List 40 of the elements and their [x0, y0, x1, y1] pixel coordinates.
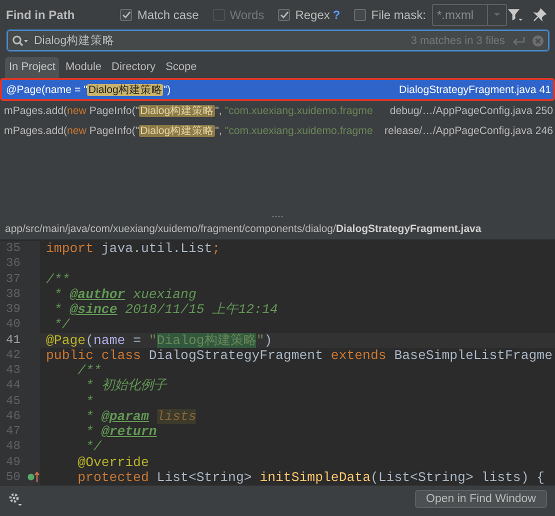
dialog-title: Find in Path — [6, 8, 76, 22]
code-line: * @return — [84, 424, 157, 440]
search-result-row[interactable]: mPages.add(new PageInfo("Dialog构建策略", "com.xuexiang.xuidemo.fragme debug/…/AppPageConfig.java 250 — [0, 101, 555, 121]
code-line: * — [84, 394, 94, 409]
code-line: import java.util.List; — [45, 241, 220, 256]
scope-tab[interactable]: Directory — [108, 57, 160, 78]
code-line: protected List<String> initSimpleData(List<String> lists) { — [76, 470, 545, 485]
code-line: * @param lists — [84, 408, 196, 424]
scope-tab[interactable]: Scope — [162, 57, 201, 78]
splitter-handle-icon[interactable] — [272, 214, 283, 218]
code-line: @Page(name = "Dialog构建策略") — [45, 332, 272, 348]
code-line: * @author xuexiang — [52, 286, 196, 302]
checkbox[interactable] — [278, 8, 290, 20]
pin-icon[interactable] — [533, 8, 547, 22]
scope-tab[interactable]: Module — [61, 57, 106, 78]
checkbox-label: Words — [230, 8, 264, 22]
code-line: */ — [52, 317, 70, 332]
line-number: 41 — [6, 332, 22, 348]
file-mask-field[interactable]: *.mxml — [432, 4, 507, 26]
open-in-find-window-button[interactable]: Open in Find Window — [415, 490, 547, 508]
code-line: * @since 2018/11/15 上午12:14 — [52, 302, 278, 318]
filter-icon[interactable] — [506, 7, 524, 22]
checkbox[interactable] — [120, 8, 132, 20]
code-line: public class DialogStrategyFragment extends BaseSimpleListFragme — [45, 348, 553, 363]
search-result-row[interactable]: @Page(name = "Dialog构建策略") DialogStrategyFragment.java 41 — [0, 78, 555, 101]
checkbox-label: Match case — [137, 8, 199, 22]
override-marker-icon[interactable] — [27, 471, 40, 484]
settings-icon[interactable] — [8, 492, 23, 506]
code-line: /** — [76, 363, 102, 378]
checkbox-label: Regex — [295, 8, 330, 22]
scope-tab[interactable]: In Project — [5, 57, 60, 78]
code-line: */ — [84, 439, 102, 454]
checkbox-label: File mask: — [371, 8, 426, 22]
code-line: @Override — [76, 454, 149, 470]
search-icon[interactable] — [12, 35, 28, 46]
code-line: * 初始化例子 — [84, 378, 166, 394]
code-line: /** — [45, 272, 70, 287]
search-result-row[interactable]: mPages.add(new PageInfo("Dialog构建策略", "com.xuexiang.xuidemo.fragme release/…/AppPageConfig.java 246 — [0, 121, 555, 141]
checkbox[interactable] — [354, 8, 366, 20]
help-link[interactable]: ? — [332, 8, 340, 22]
